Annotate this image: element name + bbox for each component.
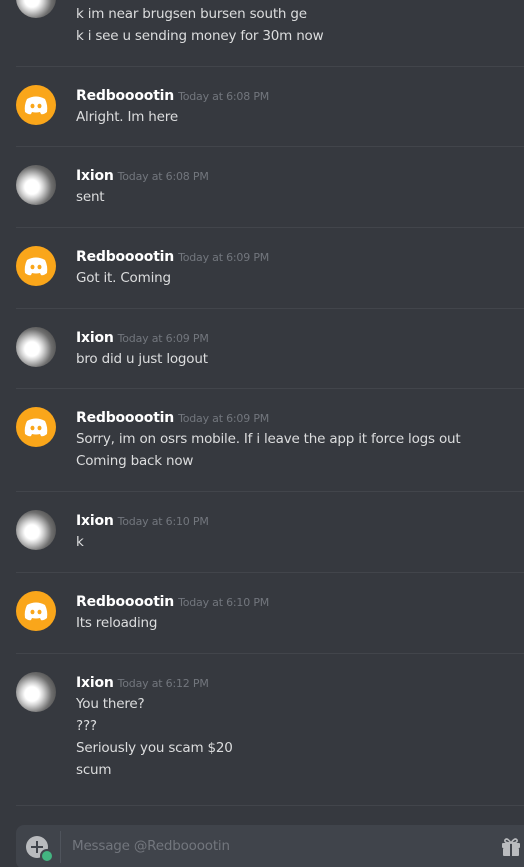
timestamp: Today at 6:09 PM bbox=[117, 332, 209, 345]
message-header: Ixion Today at 6:08 PM bbox=[76, 165, 209, 185]
message-header: Redbooootin Today at 6:09 PM bbox=[76, 246, 269, 266]
avatar[interactable] bbox=[16, 246, 56, 286]
message-content: Its reloading bbox=[76, 612, 516, 634]
username[interactable]: Ixion bbox=[76, 513, 114, 529]
avatar[interactable] bbox=[16, 0, 56, 18]
message-header: Redbooootin Today at 6:09 PM bbox=[76, 407, 269, 427]
chat-messages: k im near brugsen bursen south ge k i se… bbox=[0, 0, 524, 867]
message-divider bbox=[16, 805, 524, 806]
message-divider bbox=[16, 308, 524, 309]
timestamp: Today at 6:12 PM bbox=[117, 677, 209, 690]
username[interactable]: Redbooootin bbox=[76, 249, 174, 265]
message-content: Got it. Coming bbox=[76, 267, 516, 289]
gift-icon[interactable] bbox=[500, 837, 522, 857]
message-header: Ixion Today at 6:09 PM bbox=[76, 327, 209, 347]
message-line: You there? bbox=[76, 696, 145, 712]
message-content: sent bbox=[76, 186, 516, 208]
username[interactable]: Redbooootin bbox=[76, 88, 174, 104]
username[interactable]: Ixion bbox=[76, 330, 114, 346]
timestamp: Today at 6:09 PM bbox=[178, 412, 270, 425]
message-divider bbox=[16, 66, 524, 67]
message-line: Got it. Coming bbox=[76, 270, 171, 286]
avatar[interactable] bbox=[16, 407, 56, 447]
message-content: You there? ??? Seriously you scam $20 sc… bbox=[76, 693, 516, 781]
message-divider bbox=[16, 491, 524, 492]
message-header: Redbooootin Today at 6:08 PM bbox=[76, 85, 269, 105]
message-line: Alright. Im here bbox=[76, 109, 178, 125]
message-line: Its reloading bbox=[76, 615, 158, 631]
message-divider bbox=[16, 146, 524, 147]
avatar[interactable] bbox=[16, 510, 56, 550]
message-divider bbox=[16, 653, 524, 654]
message-content: Alright. Im here bbox=[76, 106, 516, 128]
message-content: k im near brugsen bursen south ge k i se… bbox=[76, 3, 516, 47]
timestamp: Today at 6:08 PM bbox=[178, 90, 270, 103]
timestamp: Today at 6:08 PM bbox=[117, 170, 209, 183]
message-line: scum bbox=[76, 762, 112, 778]
message-input[interactable]: Message @Redbooootin bbox=[72, 838, 230, 854]
message-line: Seriously you scam $20 bbox=[76, 740, 233, 756]
message-line: k im near brugsen bursen south ge bbox=[76, 6, 307, 22]
username[interactable]: Redbooootin bbox=[76, 410, 174, 426]
upload-indicator-icon bbox=[40, 849, 54, 863]
message-line: sent bbox=[76, 189, 105, 205]
message-divider bbox=[16, 572, 524, 573]
avatar[interactable] bbox=[16, 591, 56, 631]
username[interactable]: Redbooootin bbox=[76, 594, 174, 610]
composer-divider bbox=[60, 831, 61, 863]
message-composer[interactable]: Message @Redbooootin bbox=[16, 825, 524, 867]
discord-icon bbox=[24, 418, 48, 437]
discord-icon bbox=[24, 257, 48, 276]
timestamp: Today at 6:09 PM bbox=[178, 251, 270, 264]
avatar[interactable] bbox=[16, 672, 56, 712]
message-line: bro did u just logout bbox=[76, 351, 208, 367]
avatar[interactable] bbox=[16, 327, 56, 367]
discord-icon bbox=[24, 96, 48, 115]
message-line: k i see u sending money for 30m now bbox=[76, 28, 324, 44]
message-content: k bbox=[76, 531, 516, 553]
message-content: Sorry, im on osrs mobile. If i leave the… bbox=[76, 428, 516, 472]
message-line: Sorry, im on osrs mobile. If i leave the… bbox=[76, 431, 461, 447]
plus-circle-icon[interactable] bbox=[26, 836, 54, 863]
message-line: ??? bbox=[76, 718, 97, 734]
message-header: Ixion Today at 6:12 PM bbox=[76, 672, 209, 692]
message-line: k bbox=[76, 534, 84, 550]
username[interactable]: Ixion bbox=[76, 675, 114, 691]
message-line: Coming back now bbox=[76, 453, 194, 469]
timestamp: Today at 6:10 PM bbox=[178, 596, 270, 609]
discord-icon bbox=[24, 602, 48, 621]
message-header: Ixion Today at 6:10 PM bbox=[76, 510, 209, 530]
message-content: bro did u just logout bbox=[76, 348, 516, 370]
message-divider bbox=[16, 388, 524, 389]
username[interactable]: Ixion bbox=[76, 168, 114, 184]
message-header: Redbooootin Today at 6:10 PM bbox=[76, 591, 269, 611]
timestamp: Today at 6:10 PM bbox=[117, 515, 209, 528]
avatar[interactable] bbox=[16, 85, 56, 125]
message-divider bbox=[16, 227, 524, 228]
avatar[interactable] bbox=[16, 165, 56, 205]
